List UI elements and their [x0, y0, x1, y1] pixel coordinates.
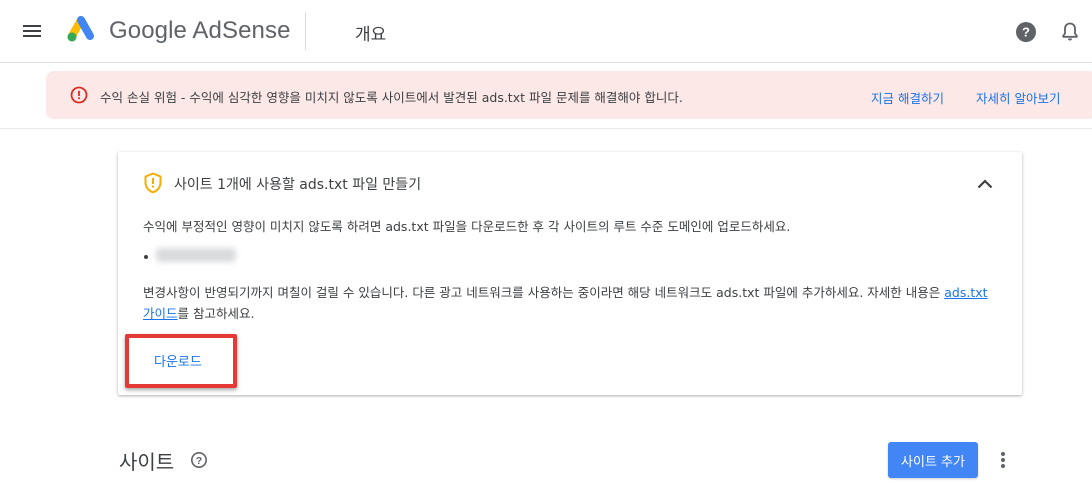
more-vert-icon[interactable] [994, 450, 1012, 470]
alert-message: 수익 손실 위험 - 수익에 심각한 영향을 미치지 않도록 사이트에서 발견된… [100, 90, 683, 105]
bell-icon[interactable] [1058, 20, 1082, 44]
ads-txt-card: 사이트 1개에 사용할 ads.txt 파일 만들기 수익에 부정적인 영향이 … [118, 152, 1022, 395]
card-title: 사이트 1개에 사용할 ads.txt 파일 만들기 [174, 177, 422, 193]
svg-text:?: ? [196, 455, 202, 467]
sites-heading: 사이트 [119, 450, 175, 474]
note-text-after: 를 참고하세요. [177, 306, 255, 321]
help-circle-icon[interactable]: ? [1014, 20, 1038, 44]
hamburger-menu-icon[interactable] [20, 19, 44, 43]
note-text-before: 변경사항이 반영되기까지 며칠이 걸릴 수 있습니다. 다른 광고 네트워크를 … [143, 285, 945, 300]
chevron-up-icon[interactable] [974, 173, 996, 195]
site-bullet [144, 255, 148, 259]
page-title: 개요 [355, 25, 387, 45]
header-divider [305, 12, 306, 50]
download-highlight-box [125, 334, 237, 388]
error-circle-icon [70, 86, 88, 104]
top-app-bar: Google AdSense 개요 ? [0, 0, 1092, 63]
fix-now-link[interactable]: 지금 해결하기 [871, 88, 944, 107]
add-site-button[interactable]: 사이트 추가 [888, 442, 978, 478]
svg-text:?: ? [1022, 25, 1030, 40]
card-description: 수익에 부정적인 영향이 미치지 않도록 하려면 ads.txt 파일을 다운로… [143, 219, 791, 234]
blurred-site-domain [156, 248, 236, 262]
learn-more-link[interactable]: 자세히 알아보기 [976, 88, 1060, 107]
shield-warning-icon [144, 172, 162, 194]
help-circle-icon[interactable]: ? [190, 451, 208, 469]
logo-text: Google AdSense [109, 17, 291, 44]
ads-txt-alert-banner: 수익 손실 위험 - 수익에 심각한 영향을 미치지 않도록 사이트에서 발견된… [46, 71, 1092, 119]
card-note: 변경사항이 반영되기까지 며칠이 걸릴 수 있습니다. 다른 광고 네트워크를 … [143, 282, 1003, 324]
adsense-logo-icon [67, 16, 94, 42]
section-divider [0, 128, 1092, 129]
